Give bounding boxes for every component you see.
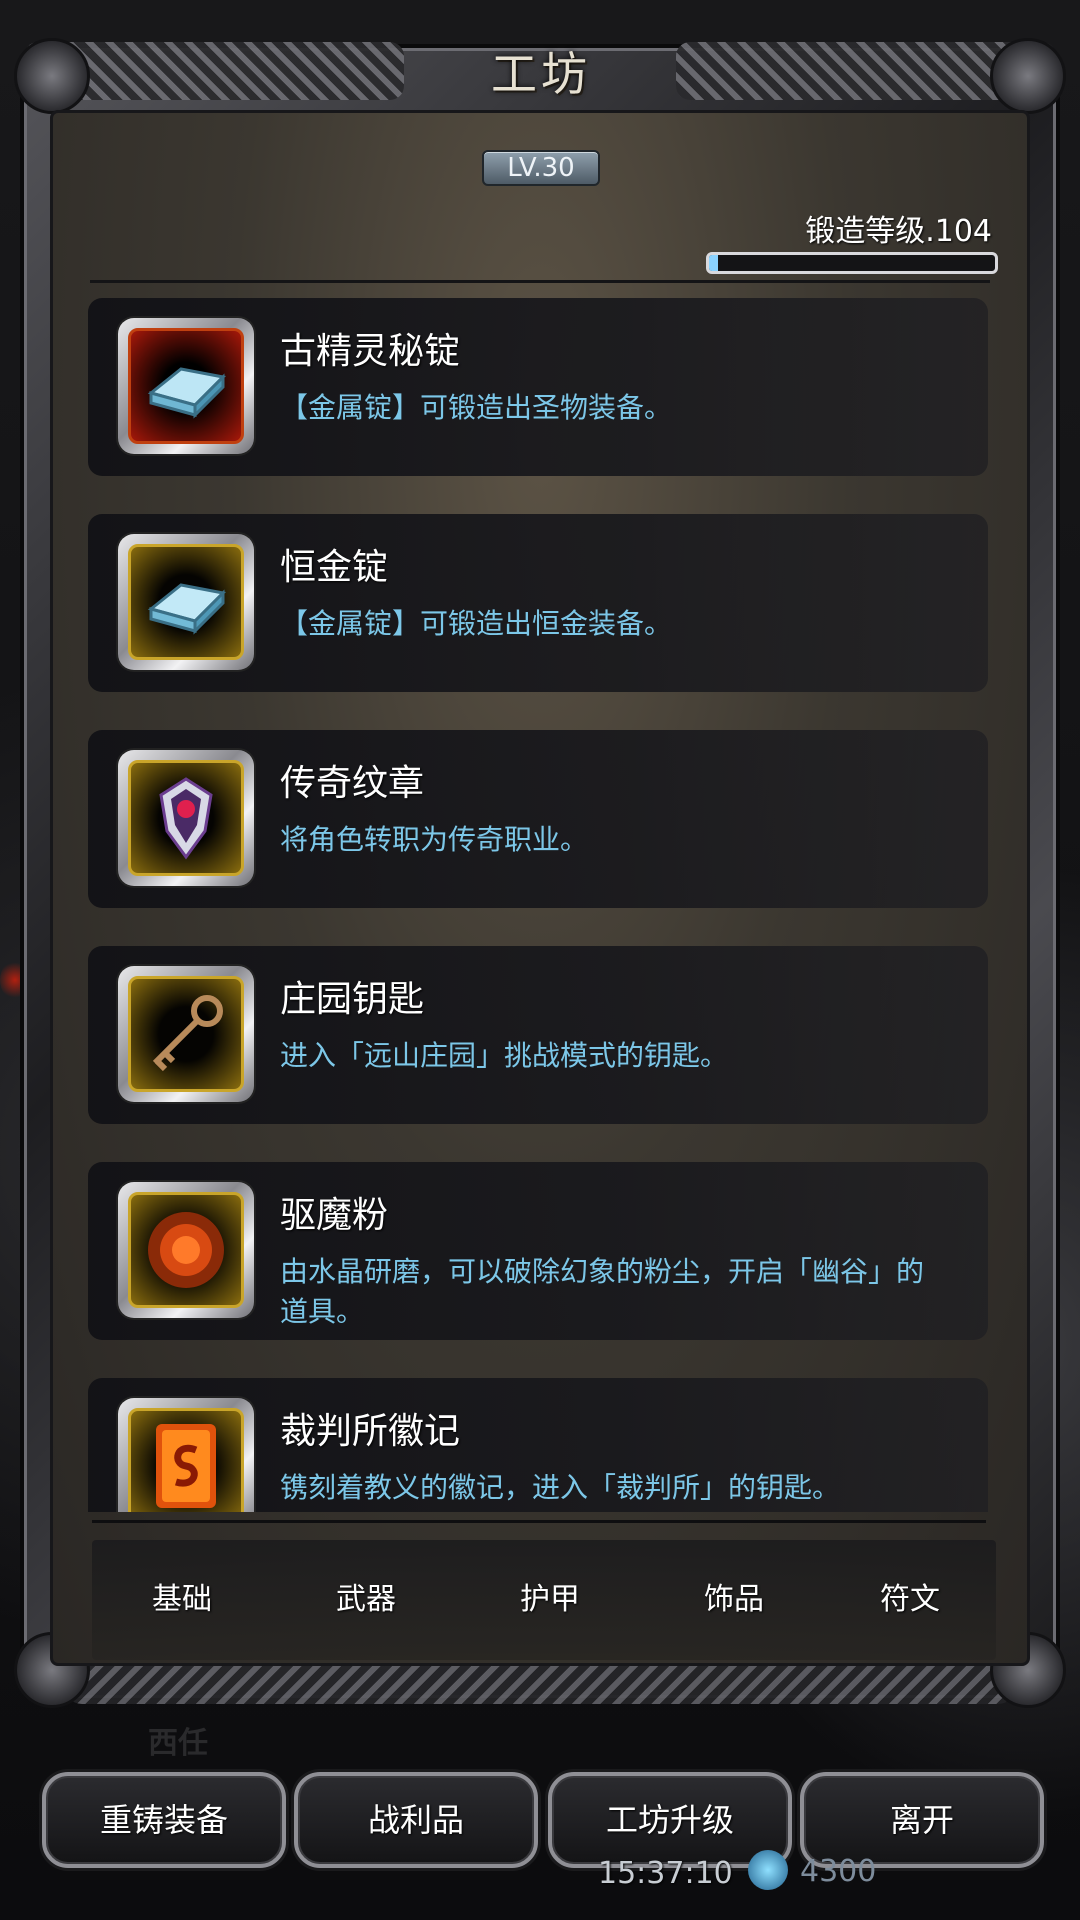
list-item[interactable]: 驱魔粉 由水晶研磨，可以破除幻象的粉尘，开启「幽谷」的道具。 bbox=[88, 1162, 988, 1340]
tab-weapon[interactable]: 武器 bbox=[276, 1540, 456, 1660]
powder-icon bbox=[148, 1212, 224, 1288]
item-title: 古精灵秘锭 bbox=[280, 331, 461, 372]
item-list[interactable]: 古精灵秘锭 【金属锭】可锻造出圣物装备。 恒金锭 【金属锭】可锻造出恒金装备。 bbox=[88, 298, 988, 1512]
item-title: 传奇纹章 bbox=[280, 763, 425, 804]
list-item[interactable]: 传奇纹章 将角色转职为传奇职业。 bbox=[88, 730, 988, 908]
level-badge: LV.30 bbox=[482, 150, 600, 186]
item-icon-slot bbox=[128, 328, 244, 444]
corner-ornament bbox=[990, 38, 1066, 114]
item-title: 裁判所徽记 bbox=[280, 1411, 461, 1452]
seal-icon bbox=[156, 1424, 216, 1508]
ingot-icon bbox=[147, 583, 227, 635]
item-description: 【金属锭】可锻造出恒金装备。 bbox=[280, 607, 673, 640]
item-icon-frame bbox=[118, 966, 254, 1102]
tab-divider bbox=[92, 1520, 986, 1523]
item-description: 将角色转职为传奇职业。 bbox=[280, 823, 589, 856]
obscured-label: 西任 bbox=[148, 1726, 208, 1761]
item-icon-slot bbox=[128, 1192, 244, 1308]
loot-button[interactable]: 战利品 bbox=[294, 1772, 538, 1868]
tab-armor[interactable]: 护甲 bbox=[460, 1540, 640, 1660]
item-title: 恒金锭 bbox=[280, 547, 389, 588]
item-description: 由水晶研磨，可以破除幻象的粉尘，开启「幽谷」的道具。 bbox=[280, 1255, 925, 1328]
title-plate: 工坊 bbox=[466, 34, 616, 114]
item-icon-frame bbox=[118, 750, 254, 886]
tab-basic[interactable]: 基础 bbox=[92, 1540, 272, 1660]
item-description: 镌刻着教义的徽记，进入「裁判所」的钥匙。 bbox=[280, 1471, 841, 1504]
forge-progress-bar bbox=[706, 252, 998, 274]
tab-rune[interactable]: 符文 bbox=[820, 1540, 1000, 1660]
list-item[interactable]: 裁判所徽记 镌刻着教义的徽记，进入「裁判所」的钥匙。 bbox=[88, 1378, 988, 1512]
page-title: 工坊 bbox=[491, 47, 591, 101]
item-title: 庄园钥匙 bbox=[280, 979, 425, 1020]
ingot-icon bbox=[147, 367, 227, 419]
forge-level-label: 锻造等级.104 bbox=[805, 214, 992, 249]
item-icon-frame bbox=[118, 534, 254, 670]
item-icon-frame bbox=[118, 318, 254, 454]
tab-accessory[interactable]: 饰品 bbox=[644, 1540, 824, 1660]
clock-time: 15:37:10 bbox=[598, 1856, 733, 1891]
item-icon-slot bbox=[128, 976, 244, 1092]
category-tab-bar: 基础 武器 护甲 饰品 符文 bbox=[92, 1540, 996, 1660]
list-item[interactable]: 恒金锭 【金属锭】可锻造出恒金装备。 bbox=[88, 514, 988, 692]
item-icon-slot bbox=[128, 760, 244, 876]
item-icon-slot bbox=[128, 544, 244, 660]
item-icon-frame bbox=[118, 1398, 254, 1512]
item-title: 驱魔粉 bbox=[280, 1195, 389, 1236]
key-icon bbox=[152, 995, 223, 1072]
list-item[interactable]: 古精灵秘锭 【金属锭】可锻造出圣物装备。 bbox=[88, 298, 988, 476]
reforge-equipment-button[interactable]: 重铸装备 bbox=[42, 1772, 286, 1868]
corner-ornament bbox=[14, 38, 90, 114]
currency-amount: 4300 bbox=[800, 1854, 877, 1889]
item-description: 进入「远山庄园」挑战模式的钥匙。 bbox=[280, 1039, 729, 1072]
list-item[interactable]: 庄园钥匙 进入「远山庄园」挑战模式的钥匙。 bbox=[88, 946, 988, 1124]
item-icon-slot bbox=[128, 1408, 244, 1512]
forge-progress-fill bbox=[709, 255, 718, 271]
item-description: 【金属锭】可锻造出圣物装备。 bbox=[280, 391, 673, 424]
header-divider bbox=[90, 280, 990, 283]
item-icon-frame bbox=[118, 1182, 254, 1318]
emblem-icon bbox=[159, 777, 213, 860]
gem-icon bbox=[748, 1850, 788, 1890]
